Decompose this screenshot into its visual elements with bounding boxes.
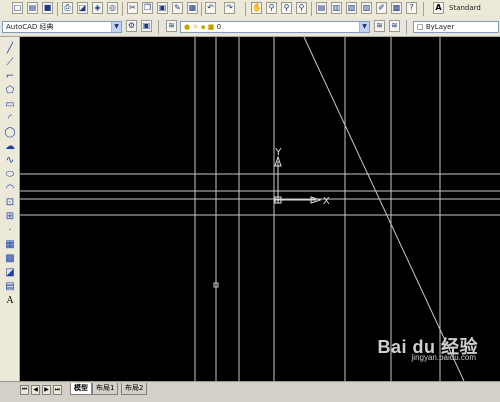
toolbar-separator — [201, 2, 202, 16]
point-icon[interactable]: · — [4, 225, 16, 237]
layer-combo[interactable]: ● ☼ ▪ ■ 0 ▼ — [180, 21, 370, 33]
layer-name: 0 — [216, 23, 222, 31]
publish-icon[interactable]: ◈ — [92, 2, 103, 14]
design-center-icon[interactable]: ▥ — [331, 2, 342, 14]
line-icon[interactable]: ╱ — [4, 43, 16, 55]
chevron-down-icon[interactable]: ▼ — [359, 22, 369, 32]
color-name: ByLayer — [425, 23, 455, 31]
layer-manager-icon[interactable]: ≋ — [166, 20, 177, 32]
workspace-name: AutoCAD 经典 — [6, 23, 54, 31]
tab-model[interactable]: 模型 — [70, 383, 92, 395]
first-tab-icon[interactable]: ⏮ — [20, 385, 29, 395]
baidu-watermark: Bai du 经验 jingyan.baidu.com — [377, 333, 478, 362]
calculator-icon[interactable]: ▩ — [391, 2, 402, 14]
block-editor-icon[interactable]: ▦ — [187, 2, 198, 14]
toolbar-separator — [245, 2, 246, 16]
ucs-y-label: Y — [275, 147, 282, 158]
chevron-down-icon[interactable]: ▼ — [111, 22, 121, 32]
prev-tab-icon[interactable]: ◀ — [31, 385, 40, 395]
make-block-icon[interactable]: ⊞ — [4, 211, 16, 223]
new-icon[interactable]: □ — [12, 2, 23, 14]
arc-icon[interactable]: ◜ — [4, 113, 16, 125]
toolbar-separator — [406, 20, 407, 34]
paste-icon[interactable]: ▣ — [157, 2, 168, 14]
tab-layout2[interactable]: 布局2 — [121, 383, 148, 395]
watermark-url: jingyan.baidu.com — [411, 353, 476, 362]
insert-block-icon[interactable]: ⊡ — [4, 197, 16, 209]
toolbar-separator — [311, 2, 312, 16]
tool-palette-icon[interactable]: ▧ — [346, 2, 357, 14]
match-prop-icon[interactable]: ✎ — [172, 2, 183, 14]
text-style-icon[interactable]: A — [433, 2, 444, 14]
table-icon[interactable]: ▤ — [4, 281, 16, 293]
properties-icon[interactable]: ▤ — [316, 2, 327, 14]
hatch-icon[interactable]: ▦ — [4, 239, 16, 251]
last-tab-icon[interactable]: ⏭ — [53, 385, 62, 395]
construction-line-icon[interactable]: ⟋ — [4, 57, 16, 69]
pan-icon[interactable]: ✋ — [251, 2, 262, 14]
polyline-icon[interactable]: ⌐ — [4, 71, 16, 83]
draw-toolbar: ╱ ⟋ ⌐ ⬠ ▭ ◜ ◯ ☁ ∿ ⬭ ◠ ⊡ ⊞ · ▦ ▩ ◪ ▤ A — [0, 37, 20, 381]
save-icon[interactable]: ■ — [42, 2, 53, 14]
color-swatch-icon: □ — [417, 23, 426, 31]
ucs-x-label: X — [323, 196, 330, 207]
plot-icon[interactable]: ◎ — [107, 2, 118, 14]
markup-icon[interactable]: ✐ — [376, 2, 387, 14]
preview-icon[interactable]: ◪ — [77, 2, 88, 14]
zoom-realtime-icon[interactable]: ⚲ — [266, 2, 277, 14]
ucs-icon — [274, 155, 322, 204]
workspace-save-icon[interactable]: ▣ — [141, 20, 152, 32]
rectangle-icon[interactable]: ▭ — [4, 99, 16, 111]
tab-layout1[interactable]: 布局1 — [92, 383, 119, 395]
circle-icon[interactable]: ◯ — [4, 127, 16, 139]
sheet-set-icon[interactable]: ▨ — [361, 2, 372, 14]
redo-icon[interactable]: ↷ — [224, 2, 235, 14]
polygon-icon[interactable]: ⬠ — [4, 85, 16, 97]
drawing-area[interactable]: Y X — [20, 37, 500, 381]
drawing-canvas[interactable]: Y X Bai du 经验 jingyan.baidu.com — [20, 37, 500, 381]
toolbar-separator — [423, 2, 424, 16]
workspace-combo[interactable]: AutoCAD 经典 ▼ — [2, 21, 122, 33]
multiline-text-icon[interactable]: A — [4, 295, 16, 307]
layer-state-icons: ● ☼ ▪ ■ — [184, 23, 217, 31]
help-icon[interactable]: ? — [406, 2, 417, 14]
zoom-previous-icon[interactable]: ⚲ — [296, 2, 307, 14]
gradient-icon[interactable]: ▩ — [4, 253, 16, 265]
spline-icon[interactable]: ∿ — [4, 155, 16, 167]
toolbar-separator — [122, 2, 123, 16]
workspace-settings-icon[interactable]: ⚙ — [126, 20, 137, 32]
text-style-name[interactable]: Standard — [449, 4, 481, 12]
next-tab-icon[interactable]: ▶ — [42, 385, 51, 395]
zoom-window-icon[interactable]: ⚲ — [281, 2, 292, 14]
ellipse-arc-icon[interactable]: ◠ — [4, 183, 16, 195]
region-icon[interactable]: ◪ — [4, 267, 16, 279]
ellipse-icon[interactable]: ⬭ — [4, 169, 16, 181]
workspace-toolbar: AutoCAD 经典 ▼ ⚙ ▣ ≋ ● ☼ ▪ ■ 0 ▼ ≋ ≋ □ ByL… — [0, 18, 500, 37]
layout-tabs-bar: ⏮ ◀ ▶ ⏭ 模型 布局1 布局2 — [0, 381, 500, 402]
make-current-layer-icon[interactable]: ≋ — [374, 20, 385, 32]
copy-icon[interactable]: ❐ — [142, 2, 153, 14]
color-combo[interactable]: □ ByLayer — [413, 21, 499, 33]
revcloud-icon[interactable]: ☁ — [4, 141, 16, 153]
cut-icon[interactable]: ✂ — [127, 2, 138, 14]
undo-icon[interactable]: ↶ — [205, 2, 216, 14]
print-icon[interactable]: ⎙ — [62, 2, 73, 14]
toolbar-separator — [158, 20, 159, 34]
layer-previous-icon[interactable]: ≋ — [389, 20, 400, 32]
standard-toolbar: □ ▤ ■ ⎙ ◪ ◈ ◎ ✂ ❐ ▣ ✎ ▦ ↶ ↷ ✋ ⚲ ⚲ ⚲ ▤ ▥ … — [0, 0, 500, 19]
toolbar-separator — [57, 2, 58, 16]
open-icon[interactable]: ▤ — [27, 2, 38, 14]
